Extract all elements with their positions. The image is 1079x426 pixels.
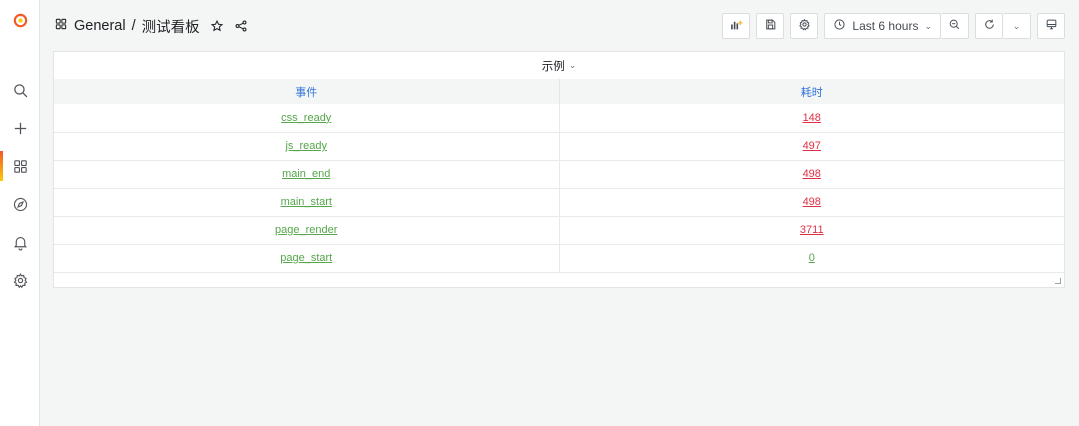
share-icon[interactable] — [234, 19, 248, 33]
table-row: main_start 498 — [54, 188, 1064, 217]
gear-icon — [798, 18, 811, 34]
explore-icon[interactable] — [0, 186, 40, 222]
add-panel-button[interactable] — [722, 13, 751, 39]
tv-mode-button[interactable] — [1037, 13, 1065, 39]
table-row: page_render 3711 — [54, 216, 1064, 245]
dashboard-title[interactable]: 测试看板 — [142, 16, 200, 37]
table-row: css_ready 148 — [54, 104, 1064, 133]
gear-icon[interactable] — [0, 262, 40, 298]
breadcrumb: General / 测试看板 — [54, 16, 248, 36]
topbar: General / 测试看板 Last 6 hours ⌄ ⌄ — [40, 0, 1079, 50]
duration-link[interactable]: 498 — [803, 168, 821, 180]
time-range-label: Last 6 hours — [852, 19, 919, 33]
time-range-group: Last 6 hours ⌄ — [824, 13, 969, 39]
duration-link[interactable]: 148 — [803, 112, 821, 124]
chevron-down-icon: ⌄ — [924, 20, 932, 31]
search-icon[interactable] — [0, 72, 40, 108]
event-link[interactable]: js_ready — [285, 140, 327, 152]
refresh-group: ⌄ — [975, 13, 1031, 39]
zoom-out-icon — [948, 18, 961, 34]
table-row: main_end 498 — [54, 160, 1064, 189]
dashboard-toolbar: Last 6 hours ⌄ ⌄ — [722, 12, 1065, 40]
event-link[interactable]: main_start — [281, 196, 332, 208]
breadcrumb-folder[interactable]: General — [74, 18, 126, 34]
data-table: 事件 耗时 css_ready 148 js_ready 497 main_en… — [54, 79, 1064, 273]
dashboard-settings-button[interactable] — [790, 13, 819, 39]
save-dashboard-button[interactable] — [756, 13, 785, 39]
zoom-out-button[interactable] — [941, 13, 969, 39]
refresh-icon — [983, 18, 996, 34]
dashboards-icon[interactable] — [0, 148, 40, 184]
star-icon[interactable] — [210, 19, 224, 33]
panel-header[interactable]: 示例 ⌄ — [54, 52, 1064, 79]
time-range-picker[interactable]: Last 6 hours ⌄ — [824, 13, 941, 39]
refresh-button[interactable] — [975, 13, 1003, 39]
chevron-down-icon: ⌄ — [568, 60, 577, 70]
duration-link[interactable]: 0 — [809, 252, 815, 264]
plus-icon[interactable] — [0, 110, 40, 146]
duration-link[interactable]: 3711 — [800, 224, 824, 236]
refresh-interval-dropdown[interactable]: ⌄ — [1003, 13, 1031, 39]
breadcrumb-separator: / — [131, 18, 136, 34]
panel-title: 示例 — [541, 60, 565, 73]
duration-link[interactable]: 497 — [803, 140, 821, 152]
event-link[interactable]: main_end — [282, 168, 330, 180]
clock-icon — [833, 18, 846, 34]
grafana-logo-icon[interactable] — [0, 2, 40, 38]
event-link[interactable]: page_start — [280, 252, 332, 264]
table-row: js_ready 497 — [54, 132, 1064, 161]
event-link[interactable]: page_render — [275, 224, 337, 236]
event-link[interactable]: css_ready — [281, 112, 331, 124]
tv-icon — [1045, 18, 1058, 34]
column-header-event[interactable]: 事件 — [54, 79, 560, 104]
panel-resize-handle[interactable] — [1055, 278, 1061, 284]
chevron-down-icon: ⌄ — [1012, 20, 1021, 31]
dashboards-icon — [54, 17, 68, 35]
add-panel-icon — [730, 18, 743, 34]
save-icon — [764, 18, 777, 34]
bell-icon[interactable] — [0, 224, 40, 260]
column-header-duration[interactable]: 耗时 — [559, 79, 1064, 104]
table-panel: 示例 ⌄ 事件 耗时 css_ready 148 js_ready 497 ma… — [53, 51, 1065, 288]
sidebar — [0, 0, 40, 426]
duration-link[interactable]: 498 — [803, 196, 821, 208]
table-row: page_start 0 — [54, 244, 1064, 273]
